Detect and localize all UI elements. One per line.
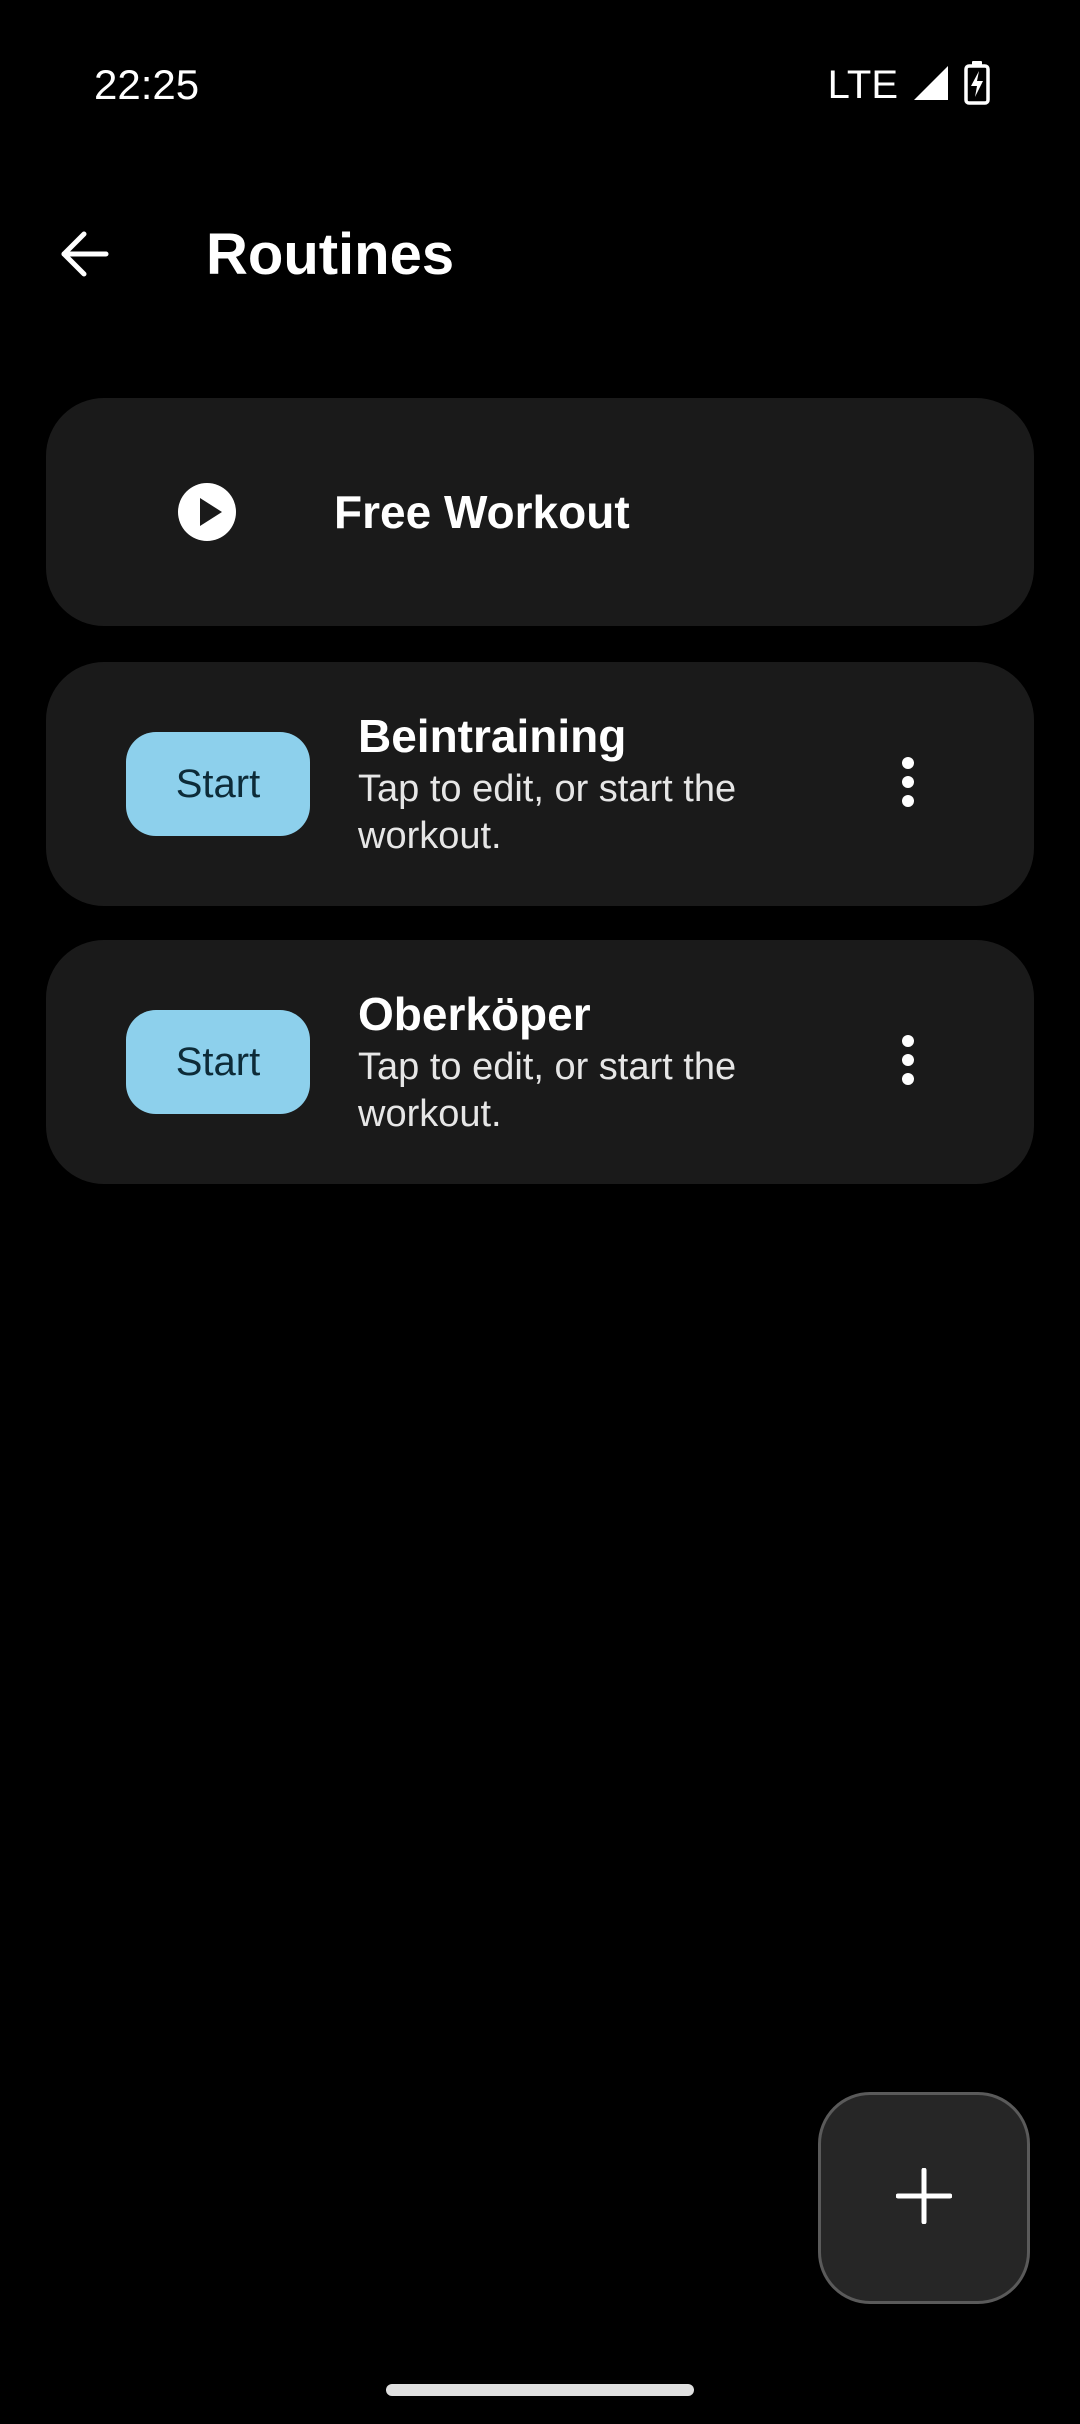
routine-title: Beintraining xyxy=(358,710,627,762)
back-button[interactable] xyxy=(40,212,128,300)
network-type: LTE xyxy=(827,63,898,107)
page-title: Routines xyxy=(206,222,455,287)
status-time: 22:25 xyxy=(94,61,200,108)
plus-icon xyxy=(895,2167,953,2229)
start-button[interactable]: Start xyxy=(126,732,310,836)
battery-charging-icon xyxy=(964,60,990,110)
more-vert-icon xyxy=(900,1034,916,1090)
app-bar: Routines xyxy=(0,200,1080,310)
gesture-handle[interactable] xyxy=(386,2384,694,2396)
play-circle-icon xyxy=(178,483,236,541)
routine-card[interactable]: Start Oberköper Tap to edit, or start th… xyxy=(46,940,1034,1184)
arrow-left-icon xyxy=(58,228,110,285)
start-button[interactable]: Start xyxy=(126,1010,310,1114)
status-bar: 22:25 LTE xyxy=(0,0,1080,160)
routine-card[interactable]: Start Beintraining Tap to edit, or start… xyxy=(46,662,1034,906)
free-workout-card[interactable]: Free Workout xyxy=(46,398,1034,626)
routine-subtitle: Tap to edit, or start the workout. xyxy=(358,1046,737,1135)
add-routine-button[interactable] xyxy=(818,2092,1030,2304)
routine-title: Oberköper xyxy=(358,988,591,1040)
free-workout-label: Free Workout xyxy=(334,486,630,538)
more-options-button[interactable] xyxy=(878,1018,938,1106)
routine-subtitle: Tap to edit, or start the workout. xyxy=(358,768,737,857)
more-vert-icon xyxy=(900,756,916,812)
status-icons: LTE xyxy=(828,60,990,110)
more-options-button[interactable] xyxy=(878,740,938,828)
signal-icon xyxy=(912,64,950,107)
